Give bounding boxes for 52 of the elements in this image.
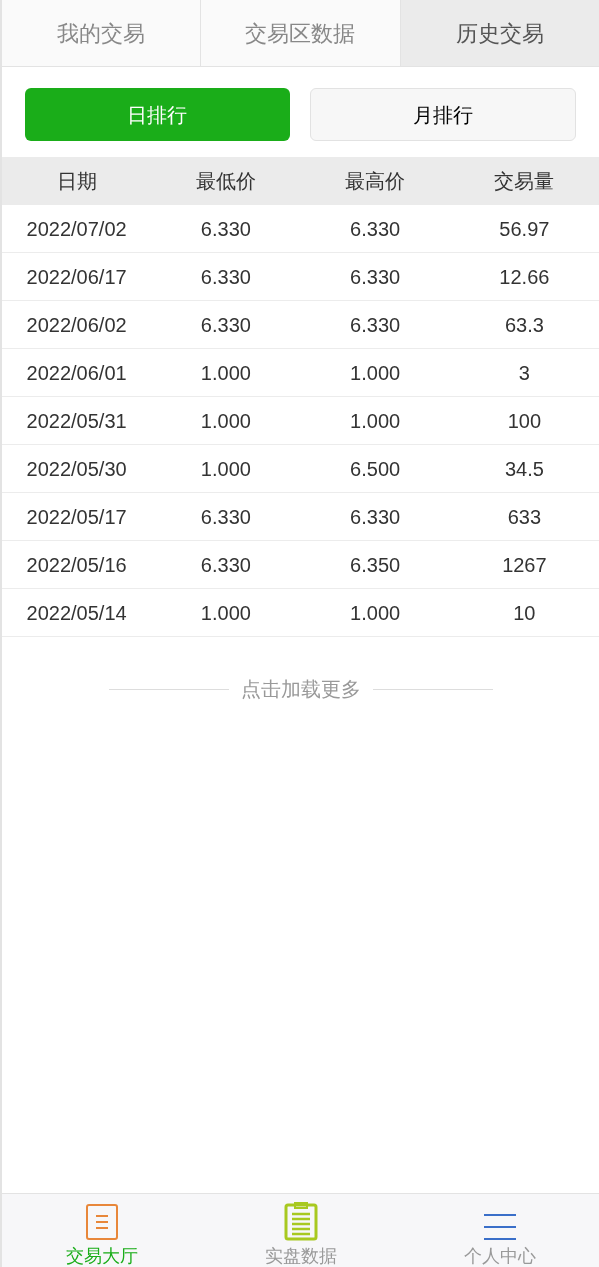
nav-item[interactable]: 交易大厅 (2, 1194, 201, 1267)
document-icon (84, 1203, 119, 1241)
table-cell-text: 6.330 (349, 504, 402, 530)
table-cell-text: 2022/06/17 (25, 264, 128, 290)
table-cell-text: 1.000 (349, 408, 402, 434)
table-cell-text: 10 (512, 600, 537, 626)
table-cell-text: 6.330 (349, 264, 402, 290)
tab[interactable]: 历史交易 (399, 0, 599, 66)
table-cell-text: 63.3 (503, 312, 545, 338)
table-cell-text: 1267 (501, 552, 548, 578)
column-header: 最高价 (344, 169, 407, 194)
table-cell-text: 2022/06/01 (25, 360, 128, 386)
table-cell-text: 6.350 (349, 552, 402, 578)
table-cell-text: 1.000 (199, 456, 252, 482)
column-header: 交易量 (493, 169, 556, 194)
nav-item[interactable]: 个人中心 (400, 1194, 599, 1267)
table-cell-text: 633 (506, 504, 543, 530)
menu-icon (482, 1213, 517, 1241)
table-cell-text: 6.330 (199, 552, 252, 578)
tab[interactable]: 交易区数据 (200, 0, 400, 66)
nav-item[interactable]: 实盘数据 (201, 1194, 400, 1267)
table-cell-text: 100 (506, 408, 543, 434)
table-cell-text: 2022/05/14 (25, 600, 128, 626)
table-cell-text: 1.000 (199, 408, 252, 434)
column-header: 最低价 (194, 169, 257, 194)
table-cell-text: 6.330 (199, 504, 252, 530)
clipboard-icon (283, 1199, 318, 1241)
table-cell-text: 6.500 (349, 456, 402, 482)
tab[interactable]: 我的交易 (2, 0, 201, 66)
table-cell-text: 1.000 (199, 600, 252, 626)
table-cell-text: 34.5 (503, 456, 545, 482)
table-cell-text: 6.330 (349, 216, 402, 242)
table-cell-text: 6.330 (199, 264, 252, 290)
table-cell-text: 2022/05/16 (25, 552, 128, 578)
table-cell-text: 2022/05/30 (25, 456, 128, 482)
table-cell-text: 2022/05/17 (25, 504, 128, 530)
ranking-button[interactable]: 月排行 (309, 88, 576, 141)
table-cell-text: 2022/05/31 (25, 408, 128, 434)
ranking-button[interactable]: 日排行 (25, 88, 290, 141)
table-cell-text: 6.330 (199, 216, 252, 242)
table-cell-text: 1.000 (349, 600, 402, 626)
table-cell-text: 12.66 (498, 264, 551, 290)
load-more-link[interactable]: 点击加载更多 (240, 674, 361, 704)
column-header: 日期 (55, 169, 98, 194)
table-cell-text: 3 (517, 360, 531, 386)
table-cell-text: 56.97 (498, 216, 551, 242)
table-cell-text: 1.000 (199, 360, 252, 386)
table-cell-text: 6.330 (199, 312, 252, 338)
table-cell-text: 6.330 (349, 312, 402, 338)
table-cell-text: 1.000 (349, 360, 402, 386)
table-cell-text: 2022/07/02 (25, 216, 128, 242)
table-cell-text: 2022/06/02 (25, 312, 128, 338)
